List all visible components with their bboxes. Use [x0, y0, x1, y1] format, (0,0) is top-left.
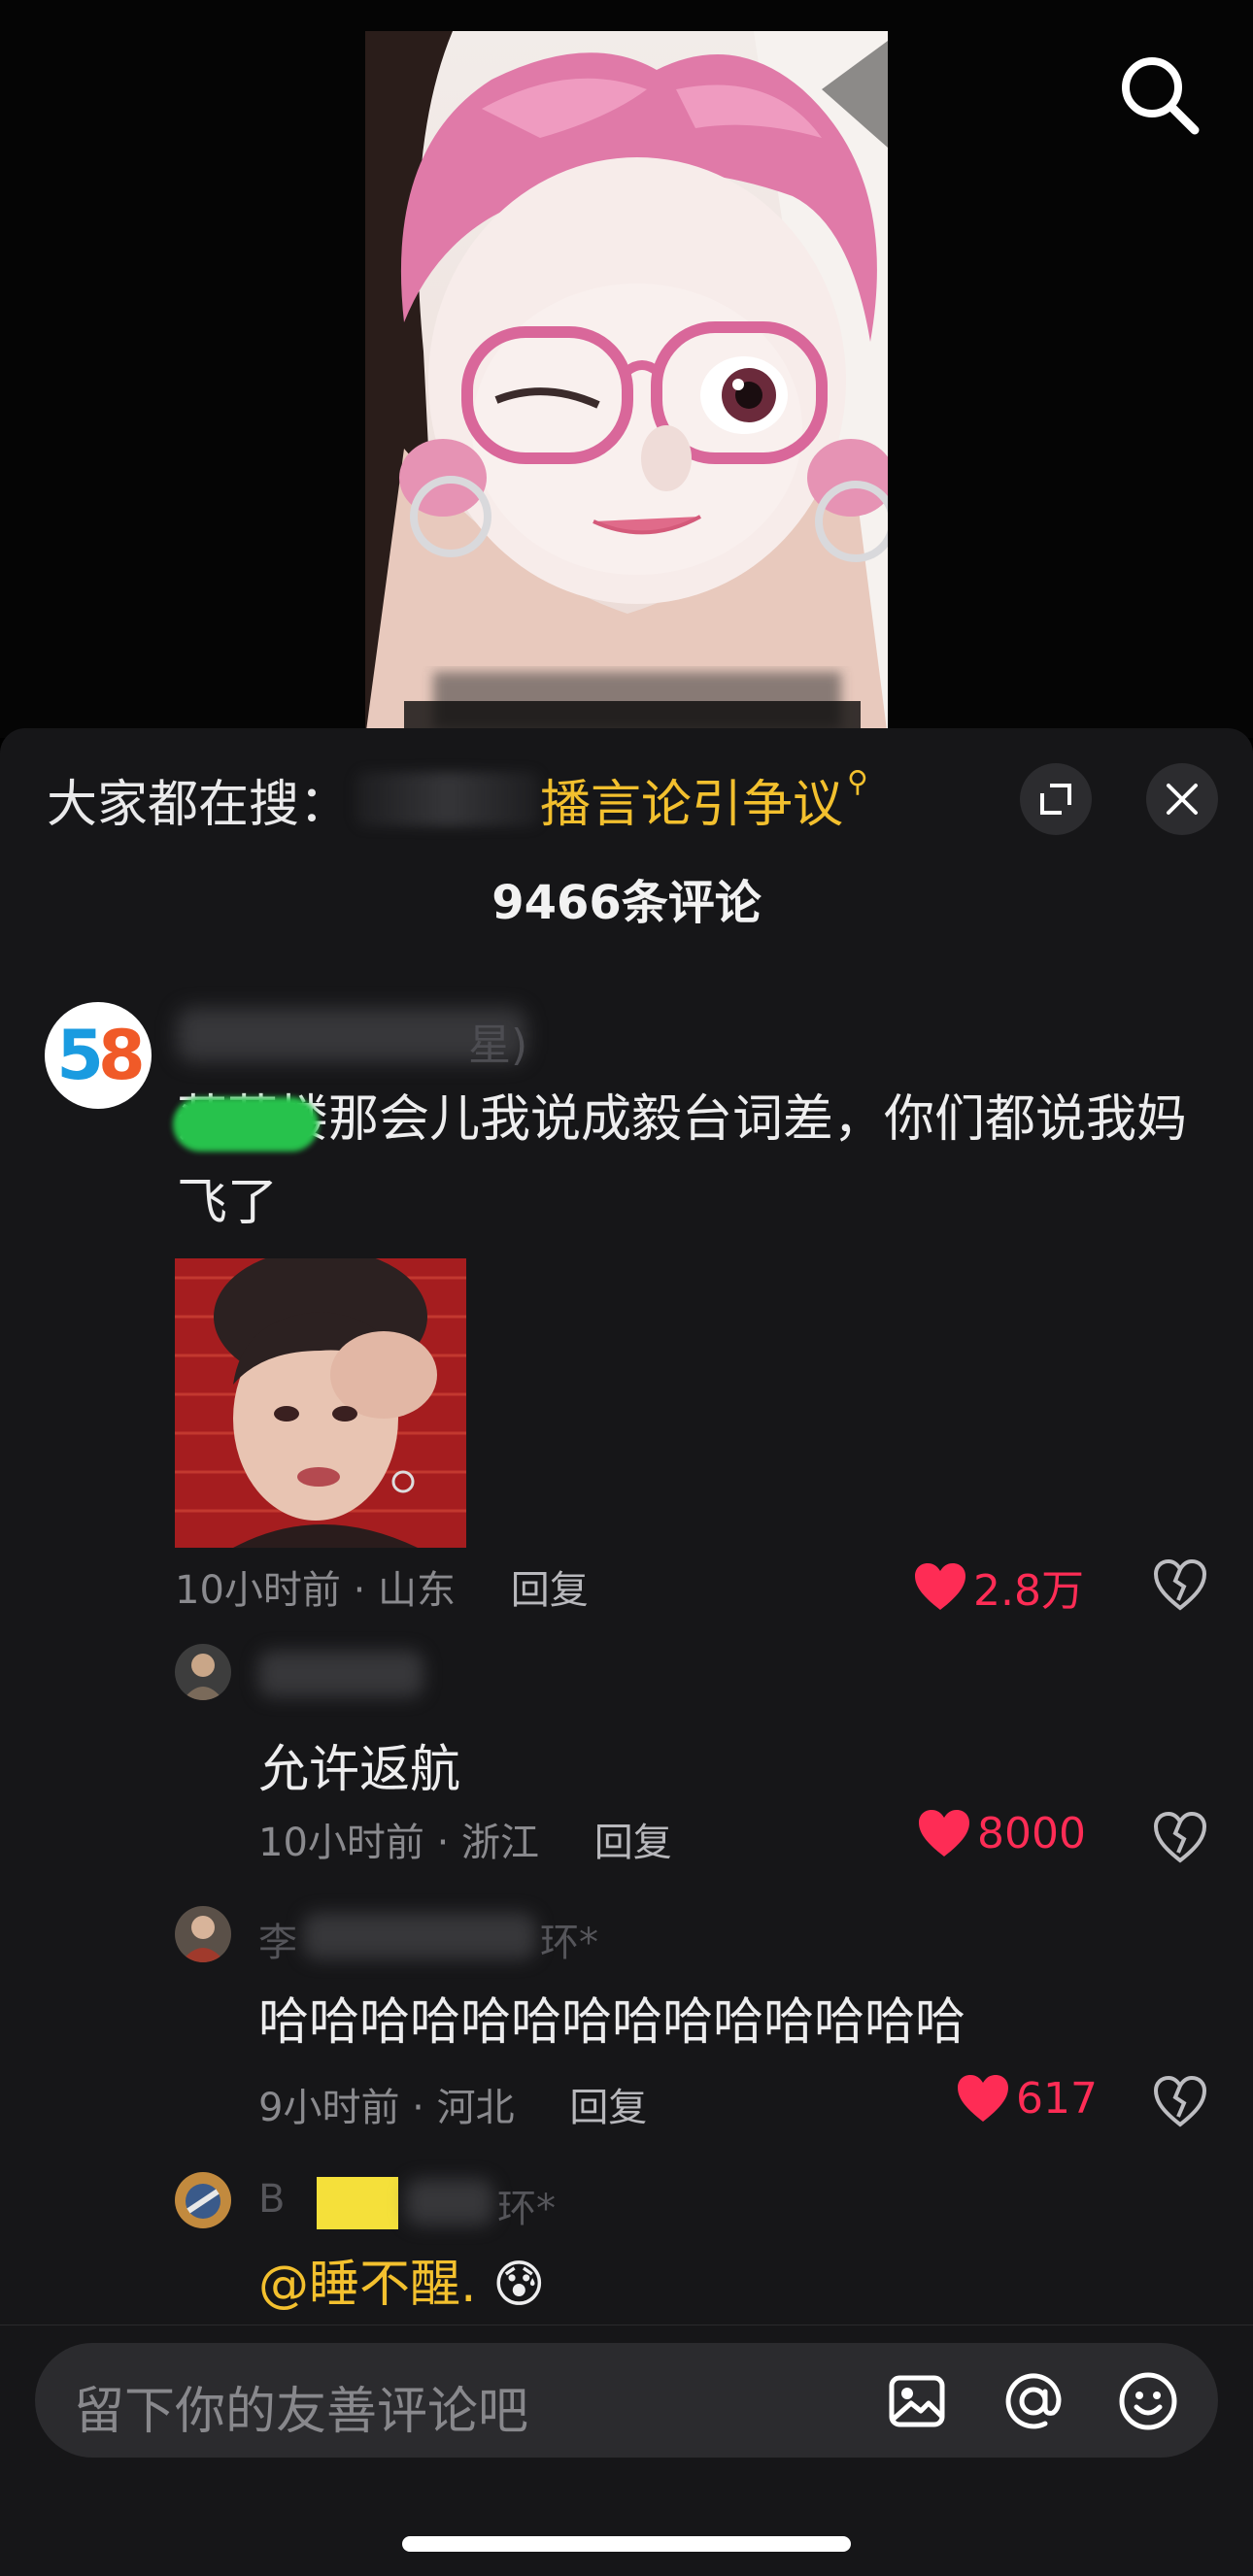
reply-text[interactable]: 允许返航	[258, 1728, 460, 1801]
expand-icon[interactable]	[1020, 763, 1092, 835]
username-tail: 星)	[468, 1020, 528, 1070]
username-redacted[interactable]	[303, 1913, 536, 1959]
close-icon[interactable]	[1146, 763, 1218, 835]
at-icon[interactable]	[1002, 2370, 1065, 2432]
mention-link[interactable]: @睡不醒.	[258, 2256, 477, 2314]
username-prefix: 李	[258, 1921, 297, 1965]
like-button[interactable]: 8000	[917, 1808, 1086, 1858]
logo-58-icon: 58	[56, 1016, 145, 1095]
reply-text[interactable]: @睡不醒. 😰	[258, 2243, 545, 2316]
avatar[interactable]	[175, 2172, 231, 2228]
username-tail: 环*	[497, 2187, 556, 2231]
heart-icon	[919, 1810, 969, 1857]
emoji-icon[interactable]	[1117, 2370, 1179, 2432]
reply-button[interactable]: 回复	[511, 1568, 589, 1613]
reply-meta: 10小时前 · 浙江 回复	[258, 1811, 672, 1867]
search-small-icon: ⚲	[847, 764, 869, 799]
emoji-icon: 😰	[492, 2256, 546, 2314]
hot-search-topic[interactable]: 播言论引争议	[540, 763, 843, 836]
comment-sheet: 大家都在搜： 播言论引争议 ⚲ 9466条评论 58 星) 落菲楼那会儿我说成毅…	[0, 728, 1253, 2575]
time-location: 10小时前 · 浙江	[258, 1821, 540, 1865]
home-indicator[interactable]	[402, 2536, 851, 2552]
reply-button[interactable]: 回复	[594, 1821, 672, 1865]
avatar[interactable]: 58	[45, 1002, 152, 1109]
comment-input[interactable]: 留下你的友善评论吧	[35, 2343, 1218, 2458]
like-button[interactable]: 617	[956, 2073, 1098, 2124]
reply-meta: 9小时前 · 河北 回复	[258, 2076, 647, 2132]
username-redacted[interactable]	[406, 2179, 493, 2225]
comment-text[interactable]: 落菲楼那会儿我说成毅台词差，你们都说我妈飞了	[177, 1078, 1206, 1245]
comment-meta: 10小时前 · 山东 回复	[175, 1558, 589, 1615]
reply-button[interactable]: 回复	[569, 2086, 647, 2130]
video-player[interactable]	[0, 0, 1253, 738]
like-button[interactable]: 2.8万	[913, 1556, 1084, 1618]
avatar[interactable]	[175, 1906, 231, 1962]
redaction-mark	[317, 2177, 398, 2229]
video-frame[interactable]	[365, 31, 888, 738]
like-count: 8000	[977, 1808, 1086, 1858]
time-location: 10小时前 · 山东	[175, 1568, 457, 1613]
hot-search-redacted	[356, 772, 541, 826]
comment-image[interactable]	[175, 1258, 466, 1548]
hot-search-banner[interactable]: 大家都在搜： 播言论引争议 ⚲	[47, 763, 869, 836]
like-count: 2.8万	[973, 1566, 1084, 1616]
memoji-avatar-image	[365, 31, 888, 738]
search-icon[interactable]	[1115, 50, 1202, 138]
avatar[interactable]	[175, 1644, 231, 1700]
image-icon[interactable]	[886, 2370, 948, 2432]
broken-heart-icon[interactable]	[1152, 2074, 1208, 2130]
username-prefix: B	[258, 2177, 286, 2222]
username-tail: 环*	[540, 1921, 598, 1965]
reply-text[interactable]: 哈哈哈哈哈哈哈哈哈哈哈哈哈哈	[258, 1981, 965, 2054]
heart-icon	[915, 1563, 965, 1610]
broken-heart-icon[interactable]	[1152, 1557, 1208, 1614]
broken-heart-icon[interactable]	[1152, 1810, 1208, 1866]
time-location: 9小时前 · 河北	[258, 2086, 515, 2130]
like-count: 617	[1016, 2073, 1098, 2124]
redaction-mark	[173, 1097, 319, 1152]
heart-icon	[958, 2075, 1008, 2122]
username-redacted[interactable]	[258, 1651, 423, 1697]
comment-count: 9466条评论	[491, 876, 762, 930]
comment-input-placeholder: 留下你的友善评论吧	[74, 2383, 529, 2441]
hot-search-prefix: 大家都在搜：	[47, 775, 351, 834]
